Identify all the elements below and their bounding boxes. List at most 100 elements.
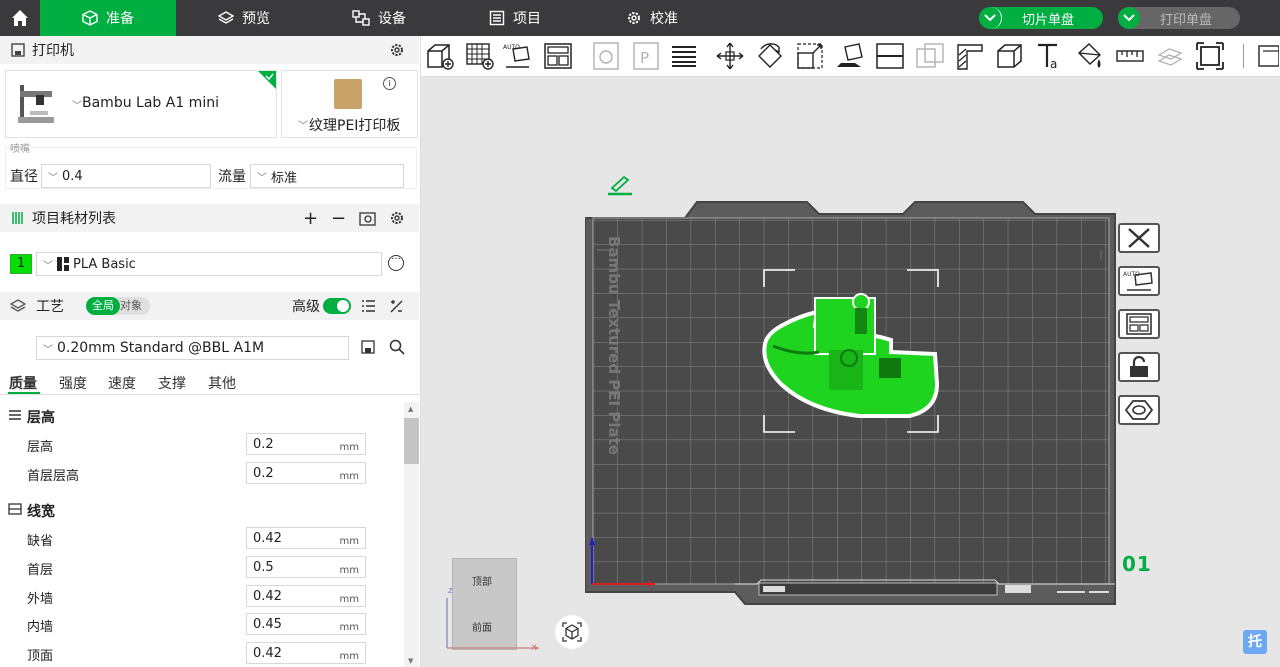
sync-filament-icon[interactable] [359, 210, 376, 226]
toggle-global[interactable]: 全局 [86, 297, 120, 315]
unit-label: mm [339, 650, 359, 662]
axis-z-label: z [448, 586, 453, 596]
edit-plate-name-icon[interactable] [606, 174, 634, 196]
view-cube-top[interactable]: 顶部 [472, 573, 492, 588]
gear-icon[interactable] [389, 42, 405, 58]
chevron-down-icon [984, 14, 996, 22]
save-icon[interactable] [361, 340, 375, 354]
plate-settings-button[interactable] [1118, 395, 1160, 425]
scrollbar-thumb[interactable] [404, 418, 419, 464]
layers-stack-icon [10, 299, 26, 312]
measure-icon[interactable] [1115, 41, 1145, 71]
tab-speed[interactable]: 速度 [108, 373, 136, 393]
flow-label: 流量 [218, 169, 246, 185]
list-view-icon[interactable] [361, 299, 376, 313]
move-icon[interactable] [715, 41, 745, 71]
close-icon [1128, 228, 1150, 248]
unit-label: mm [339, 593, 359, 605]
corner-badge[interactable]: 托 [1243, 630, 1267, 654]
assembly-icon[interactable] [1155, 41, 1185, 71]
arrange-icon[interactable] [543, 41, 573, 71]
printer-card[interactable]: ﹀ Bambu Lab A1 mini [5, 70, 277, 138]
split-objects-icon[interactable] [591, 41, 621, 71]
print-plate-button[interactable]: 打印单盘 [1118, 7, 1240, 29]
tab-strength[interactable]: 强度 [59, 373, 87, 393]
delete-plate-button[interactable] [1118, 223, 1160, 253]
tab-project[interactable]: 项目 [489, 0, 541, 36]
diameter-select[interactable]: ﹀ 0.4 [41, 164, 211, 188]
line-width-top-surface-input[interactable]: 0.42 mm [246, 642, 366, 664]
unit-label: mm [339, 564, 359, 576]
tab-preview[interactable]: 预览 [218, 0, 270, 36]
initial-layer-height-input[interactable]: 0.2 mm [246, 462, 366, 484]
global-object-toggle[interactable]: 全局 对象 [86, 297, 150, 315]
tab-project-label: 项目 [513, 11, 541, 27]
more-options-icon[interactable]: ··· [388, 255, 404, 271]
3d-viewport[interactable]: AUTO P a Bambu Textured PEI Plate 01 AUT… [421, 36, 1280, 667]
add-object-icon[interactable] [425, 41, 455, 71]
compare-icon[interactable] [389, 299, 404, 314]
top-bar: 准备 预览 设备 项目 校准 切片单盘 打印单盘 [0, 0, 1280, 36]
line-width-inner-wall-input[interactable]: 0.45 mm [246, 613, 366, 635]
home-button[interactable] [0, 0, 40, 36]
remove-filament-button[interactable]: − [331, 208, 346, 229]
filament-slot-number[interactable]: 1 [10, 254, 32, 274]
line-width-outer-wall-input[interactable]: 0.42 mm [246, 585, 366, 607]
tab-support[interactable]: 支撑 [158, 373, 186, 393]
variable-layer-height-icon[interactable] [669, 41, 699, 71]
split-parts-icon[interactable]: P [631, 41, 661, 71]
plate-label: Bambu Textured PEI Plate [605, 236, 623, 455]
settings-scrollbar[interactable]: ▲ ▼ [404, 402, 419, 667]
plate-card[interactable]: i ﹀ 纹理PEI打印板 [281, 70, 418, 138]
add-filament-button[interactable]: + [303, 208, 318, 229]
tab-quality[interactable]: 质量 [9, 373, 37, 393]
line-width-first-layer-label: 首层 [27, 563, 54, 578]
scale-icon[interactable] [795, 41, 825, 71]
info-icon[interactable]: i [383, 77, 396, 90]
flow-select[interactable]: ﹀ 标准 [250, 164, 404, 188]
gear-icon[interactable] [389, 210, 405, 226]
color-painting-icon[interactable] [1075, 41, 1105, 71]
tab-calibration[interactable]: 校准 [626, 0, 678, 36]
line-width-default-input[interactable]: 0.42 mm [246, 527, 366, 549]
fit-view-icon[interactable] [1195, 41, 1225, 71]
cut-icon[interactable] [875, 41, 905, 71]
tab-others[interactable]: 其他 [208, 373, 236, 393]
line-width-first-layer-input[interactable]: 0.5 mm [246, 556, 366, 578]
nozzle-caption: 喷嘴 [10, 144, 30, 155]
add-plate-icon[interactable] [465, 41, 495, 71]
unit-label: mm [339, 621, 359, 633]
seam-painting-icon[interactable] [995, 41, 1025, 71]
auto-orient-icon[interactable]: AUTO [503, 41, 533, 71]
toggle-object[interactable]: 对象 [120, 297, 142, 315]
advanced-switch[interactable] [323, 298, 351, 314]
tab-prepare[interactable]: 准备 [40, 0, 176, 36]
line-width-outer-wall-label: 外墙 [27, 592, 54, 607]
slice-plate-button[interactable]: 切片单盘 [979, 7, 1103, 29]
print-dropdown-chevron[interactable] [1118, 7, 1140, 29]
search-icon[interactable] [389, 339, 405, 355]
3d-view-icon [562, 622, 582, 642]
plate-arrange-button[interactable] [1118, 309, 1160, 339]
layer-height-input[interactable]: 0.2 mm [246, 433, 366, 455]
rotate-icon[interactable] [755, 41, 785, 71]
filament-select[interactable]: ﹀ PLA Basic [36, 252, 382, 276]
view-orientation-button[interactable] [555, 615, 589, 649]
lock-plate-button[interactable] [1118, 352, 1160, 382]
text-tool-icon[interactable]: a [1035, 41, 1065, 71]
process-section-header: 工艺 全局 对象 高级 [0, 292, 419, 320]
filament-section-header: 项目耗材列表 + − [0, 204, 419, 232]
tab-calibration-label: 校准 [650, 11, 678, 27]
plate-auto-orient-button[interactable]: AUTO [1118, 266, 1160, 296]
lay-on-face-icon[interactable] [835, 41, 865, 71]
svg-text:a: a [1050, 57, 1057, 71]
slice-dropdown-chevron[interactable] [979, 7, 1002, 29]
boolean-icon[interactable] [915, 41, 945, 71]
process-preset-select[interactable]: ﹀ 0.20mm Standard @BBL A1M [36, 336, 349, 360]
more-tools-icon[interactable] [1255, 41, 1279, 71]
line-width-default-value: 0.42 [253, 530, 282, 546]
advanced-label: 高级 [292, 299, 320, 315]
support-painting-icon[interactable] [955, 41, 985, 71]
tab-device[interactable]: 设备 [352, 0, 406, 36]
benchy-model[interactable] [759, 292, 943, 420]
